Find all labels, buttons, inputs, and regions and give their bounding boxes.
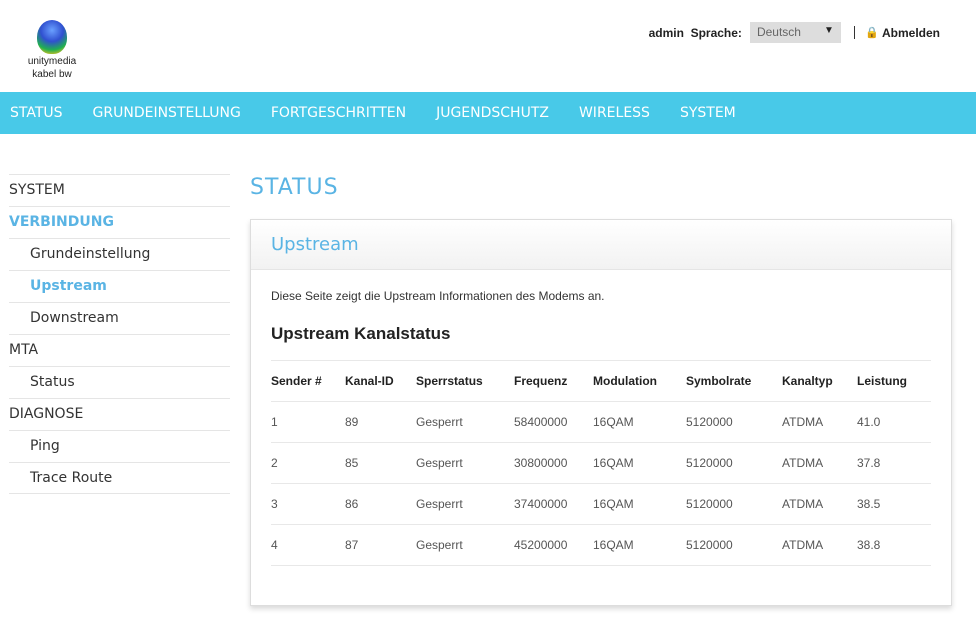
logo: unitymedia kabel bw [22,20,82,80]
table-row: 3 86 Gesperrt 37400000 16QAM 5120000 ATDMA 38.5 [271,483,931,525]
table-cell: 38.5 [857,483,931,525]
language-value: Deutsch [756,25,801,39]
column-header: Frequenz [514,360,593,402]
table-cell: 5120000 [686,401,782,443]
channel-table: Sender # Kanal-ID Sperrstatus Frequenz Modul… [271,360,931,566]
table-cell: 86 [345,483,416,525]
table-cell: 16QAM [593,442,686,484]
table-cell: 85 [345,442,416,484]
table-cell: 58400000 [514,401,593,443]
column-header: Symbolrate [686,360,782,402]
table-row: 1 89 Gesperrt 58400000 16QAM 5120000 ATDMA 41.0 [271,401,931,443]
page-title: STATUS [250,175,339,200]
nav-item-wireless[interactable]: WIRELESS [579,105,650,121]
sidebar-item-grundeinstellung[interactable]: Grundeinstellung [9,238,230,270]
table-header: Sender # Kanal-ID Sperrstatus Frequenz Modul… [271,360,931,402]
table-cell: ATDMA [782,442,857,484]
logo-text-1: unitymedia [27,56,77,67]
unitymedia-flower-icon [37,20,67,54]
table-cell: 5120000 [686,483,782,525]
table-cell: 89 [345,401,416,443]
table-cell: ATDMA [782,401,857,443]
sidebar-item-trace-route[interactable]: Trace Route [9,462,230,494]
sidebar: SYSTEM VERBINDUNG Grundeinstellung Upstream… [9,174,230,494]
sidebar-item-mta[interactable]: MTA [9,334,230,366]
nav-item-fortgeschritten[interactable]: FORTGESCHRITTEN [271,105,406,121]
table-row: 4 87 Gesperrt 45200000 16QAM 5120000 ATDMA 38.8 [271,524,931,566]
nav-item-system[interactable]: SYSTEM [680,105,736,121]
nav-item-status[interactable]: STATUS [10,105,63,121]
table-cell: 38.8 [857,524,931,566]
sidebar-item-diagnose[interactable]: DIAGNOSE [9,398,230,430]
table-cell: Gesperrt [416,483,514,525]
nav-item-jugendschutz[interactable]: JUGENDSCHUTZ [436,105,549,121]
table-cell: ATDMA [782,483,857,525]
column-header: Modulation [593,360,686,402]
table-cell: Gesperrt [416,401,514,443]
sidebar-item-downstream[interactable]: Downstream [9,302,230,334]
nav-item-grundeinstellung[interactable]: GRUNDEINSTELLUNG [93,105,241,121]
column-header: Leistung [857,360,931,402]
main-nav: STATUS GRUNDEINSTELLUNG FORTGESCHRITTEN JUG… [0,92,976,134]
table-row: 2 85 Gesperrt 30800000 16QAM 5120000 ATDMA 37.8 [271,442,931,484]
table-cell: 45200000 [514,524,593,566]
username: admin [648,25,684,40]
table-cell: 41.0 [857,401,931,443]
column-header: Kanaltyp [782,360,857,402]
panel-title: Upstream [251,220,951,270]
table-cell: 37400000 [514,483,593,525]
table-cell: 5120000 [686,442,782,484]
table-cell: Gesperrt [416,442,514,484]
language-label: Sprache: [690,25,742,40]
table-cell: 37.8 [857,442,931,484]
sidebar-item-verbindung[interactable]: VERBINDUNG [9,206,230,238]
sidebar-item-ping[interactable]: Ping [9,430,230,462]
table-cell: 3 [271,483,345,525]
table-cell: 87 [345,524,416,566]
top-bar: admin Sprache: Deutsch ▼ 🔒 Abmelden [649,22,940,43]
sidebar-item-status[interactable]: Status [9,366,230,398]
table-cell: 4 [271,524,345,566]
caret-down-icon: ▼ [824,25,834,36]
table-cell: 1 [271,401,345,443]
table-cell: Gesperrt [416,524,514,566]
table-cell: 2 [271,442,345,484]
logout-link[interactable]: Abmelden [882,26,940,40]
table-cell: 16QAM [593,524,686,566]
column-header: Sperrstatus [416,360,514,402]
table-cell: 16QAM [593,483,686,525]
sidebar-item-upstream[interactable]: Upstream [9,270,230,302]
column-header: Kanal-ID [345,360,416,402]
column-header: Sender # [271,360,345,402]
upstream-panel: Upstream Diese Seite zeigt die Upstream … [250,219,952,606]
panel-description: Diese Seite zeigt die Upstream Informati… [271,289,605,303]
sidebar-item-system[interactable]: SYSTEM [9,174,230,206]
table-cell: 30800000 [514,442,593,484]
table-cell: 5120000 [686,524,782,566]
lock-icon: 🔒 [864,27,879,39]
table-cell: ATDMA [782,524,857,566]
divider [853,26,855,39]
table-cell: 16QAM [593,401,686,443]
logo-text-2: kabel bw [32,69,72,80]
table-title: Upstream Kanalstatus [271,324,451,343]
language-select[interactable]: Deutsch ▼ [749,22,841,43]
